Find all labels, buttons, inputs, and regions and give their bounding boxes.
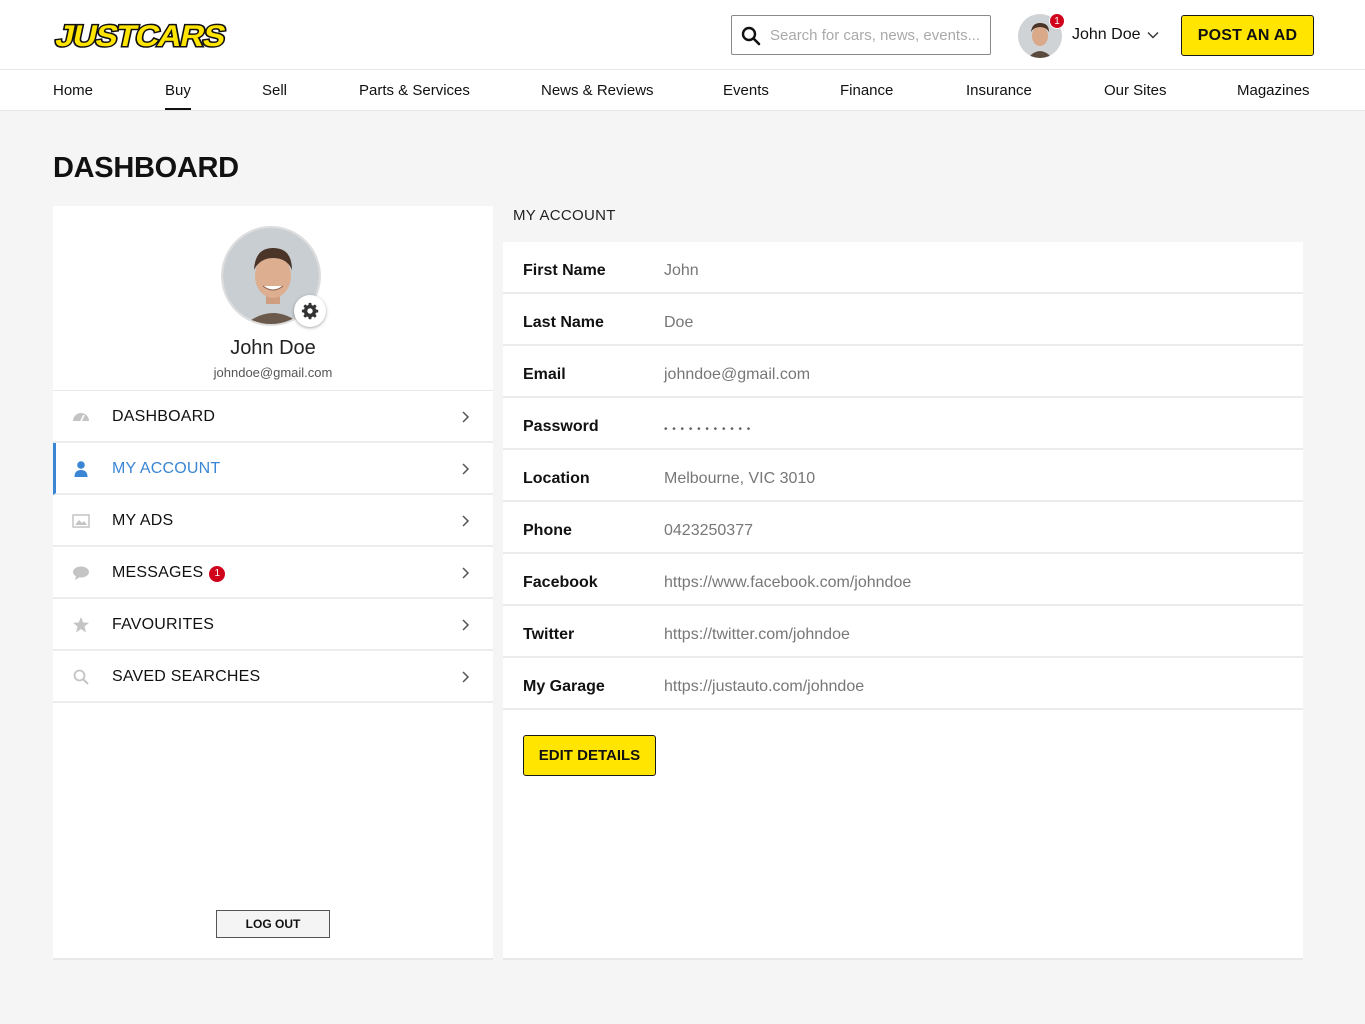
detail-row-last-name: Last Name Doe xyxy=(503,294,1303,346)
detail-row-email: Email johndoe@gmail.com xyxy=(503,346,1303,398)
notification-badge: 1 xyxy=(1049,13,1065,29)
sidebar-item-label: MY ADS xyxy=(112,512,174,529)
sidebar-item-label: DASHBOARD xyxy=(112,408,216,425)
sidebar-item-label: SAVED SEARCHES xyxy=(112,668,261,685)
sidebar-item-messages[interactable]: MESSAGES 1 xyxy=(53,547,493,599)
detail-row-phone: Phone 0423250377 xyxy=(503,502,1303,554)
sidebar-item-my-account[interactable]: MY ACCOUNT xyxy=(53,443,493,495)
account-details-panel: First Name John Last Name Doe Email john… xyxy=(503,242,1303,960)
nav-item-news-reviews[interactable]: News & Reviews xyxy=(541,82,654,99)
nav-item-magazines[interactable]: Magazines xyxy=(1237,82,1310,99)
sidebar-item-label: MY ACCOUNT xyxy=(112,460,221,477)
profile-sidebar: John Doe johndoe@gmail.com DASHBOARD MY … xyxy=(53,206,493,960)
profile-name: John Doe xyxy=(230,337,316,359)
change-photo-button[interactable] xyxy=(294,295,326,327)
page-title: DASHBOARD xyxy=(53,152,239,184)
user-menu[interactable]: John Doe xyxy=(1072,26,1159,44)
detail-row-location: Location Melbourne, VIC 3010 xyxy=(503,450,1303,502)
field-value: Doe xyxy=(664,314,694,331)
svg-text:JUSTCARS: JUSTCARS xyxy=(53,20,229,51)
site-header: JUSTCARS 1 John Doe POST AN AD xyxy=(0,0,1365,70)
chevron-right-icon xyxy=(462,567,470,579)
image-icon xyxy=(72,514,90,528)
field-value: Melbourne, VIC 3010 xyxy=(664,470,816,487)
search-icon xyxy=(73,669,89,685)
user-name: John Doe xyxy=(1072,26,1141,43)
messages-badge: 1 xyxy=(209,566,226,582)
field-value: 0423250377 xyxy=(664,522,753,539)
justcars-logo[interactable]: JUSTCARS xyxy=(53,19,229,51)
nav-item-sell[interactable]: Sell xyxy=(262,82,287,99)
sidebar-item-favourites[interactable]: FAVOURITES xyxy=(53,599,493,651)
field-value: John xyxy=(664,262,699,279)
detail-row-my-garage: My Garage https://justauto.com/johndoe xyxy=(503,658,1303,710)
field-label: Phone xyxy=(523,522,572,539)
section-title: MY ACCOUNT xyxy=(513,207,616,224)
star-icon xyxy=(73,617,89,633)
nav-item-finance[interactable]: Finance xyxy=(840,82,893,99)
user-icon xyxy=(74,461,88,477)
sidebar-item-label: MESSAGES 1 xyxy=(112,564,226,582)
field-value: https://www.facebook.com/johndoe xyxy=(664,574,912,591)
search-input[interactable] xyxy=(770,22,984,48)
nav-item-our-sites[interactable]: Our Sites xyxy=(1104,82,1167,99)
field-label: Password xyxy=(523,418,599,435)
sidebar-item-saved-searches[interactable]: SAVED SEARCHES xyxy=(53,651,493,703)
detail-row-password: Password • • • • • • • • • • • xyxy=(503,398,1303,450)
chevron-right-icon xyxy=(462,671,470,683)
chevron-right-icon xyxy=(462,515,470,527)
detail-row-facebook: Facebook https://www.facebook.com/johndo… xyxy=(503,554,1303,606)
nav-item-buy[interactable]: Buy xyxy=(165,82,191,110)
field-label: Location xyxy=(523,470,590,487)
field-value: • • • • • • • • • • • xyxy=(664,424,752,435)
chevron-right-icon xyxy=(462,463,470,475)
nav-item-parts-services[interactable]: Parts & Services xyxy=(359,82,470,99)
field-label: Twitter xyxy=(523,626,575,643)
field-label: Last Name xyxy=(523,314,604,331)
search-icon xyxy=(741,26,761,46)
profile-email: johndoe@gmail.com xyxy=(213,365,333,380)
edit-details-button[interactable]: EDIT DETAILS xyxy=(523,735,656,776)
field-label: My Garage xyxy=(523,678,605,695)
field-label: Facebook xyxy=(523,574,598,591)
chat-icon xyxy=(73,566,89,580)
chevron-right-icon xyxy=(462,411,470,423)
nav-item-insurance[interactable]: Insurance xyxy=(966,82,1032,99)
nav-item-events[interactable]: Events xyxy=(723,82,769,99)
chevron-down-icon xyxy=(1147,32,1158,39)
field-label: First Name xyxy=(523,262,606,279)
gear-icon xyxy=(301,302,319,320)
logout-button[interactable]: LOG OUT xyxy=(216,910,330,938)
sidebar-item-my-ads[interactable]: MY ADS xyxy=(53,495,493,547)
detail-row-twitter: Twitter https://twitter.com/johndoe xyxy=(503,606,1303,658)
field-value: https://twitter.com/johndoe xyxy=(664,626,850,643)
nav-item-home[interactable]: Home xyxy=(53,82,93,99)
post-ad-button[interactable]: POST AN AD xyxy=(1181,15,1314,56)
detail-row-first-name: First Name John xyxy=(503,242,1303,294)
sidebar-item-label: FAVOURITES xyxy=(112,616,215,633)
speedometer-icon xyxy=(73,413,89,422)
sidebar-menu: DASHBOARD MY ACCOUNT MY ADS MESSAGES 1 F… xyxy=(53,390,493,703)
search-box[interactable] xyxy=(731,15,991,55)
field-value: https://justauto.com/johndoe xyxy=(664,678,865,695)
main-nav: Home Buy Sell Parts & Services News & Re… xyxy=(0,70,1365,111)
sidebar-item-dashboard[interactable]: DASHBOARD xyxy=(53,391,493,443)
field-value: johndoe@gmail.com xyxy=(664,366,811,383)
field-label: Email xyxy=(523,366,566,383)
chevron-right-icon xyxy=(462,619,470,631)
